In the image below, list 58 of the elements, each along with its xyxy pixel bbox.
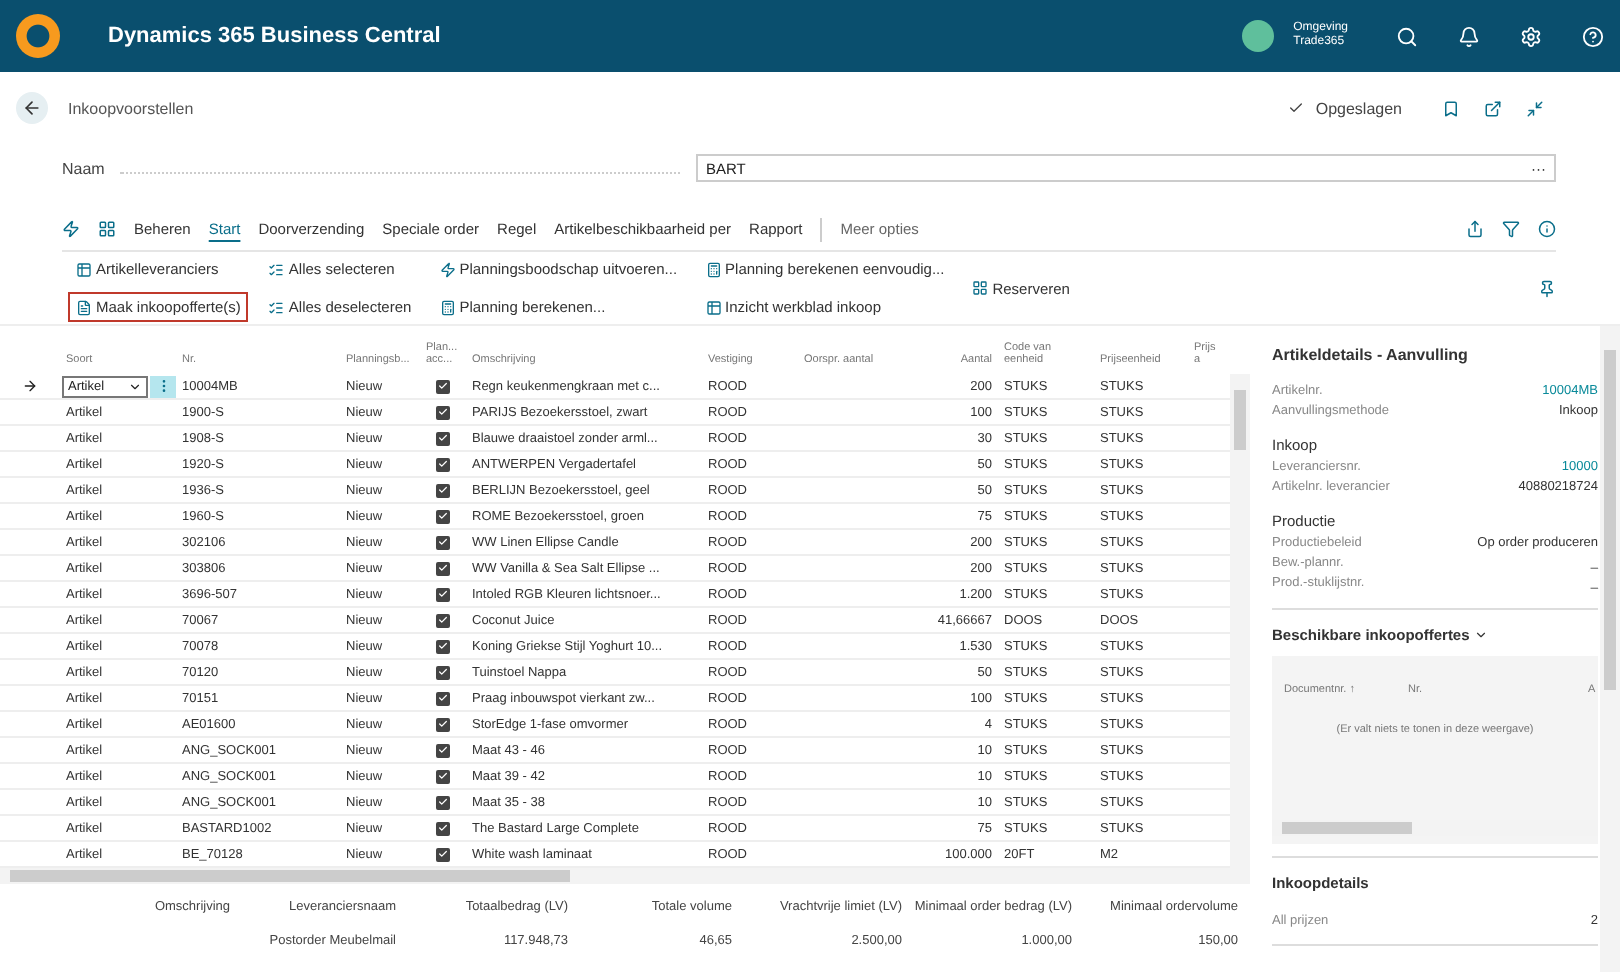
share-icon[interactable]	[1466, 220, 1484, 238]
factbox-title: Artikeldetails - Aanvulling	[1272, 346, 1470, 364]
lightning-icon[interactable]	[62, 220, 80, 238]
checkbox[interactable]	[436, 613, 450, 627]
back-arrow-icon	[22, 98, 42, 118]
horizontal-scrollbar[interactable]	[0, 868, 1250, 884]
collapse-icon[interactable]	[1526, 99, 1544, 117]
grid-icon	[972, 280, 989, 296]
document-icon	[76, 299, 92, 315]
bookmark-icon[interactable]	[1442, 99, 1460, 117]
calculator-icon	[705, 261, 722, 277]
checkbox[interactable]	[436, 587, 450, 601]
info-icon[interactable]	[1538, 220, 1556, 238]
checkbox[interactable]	[436, 665, 450, 679]
checkbox[interactable]	[436, 639, 450, 653]
checkbox[interactable]	[436, 405, 450, 419]
grid-icon[interactable]	[98, 220, 116, 238]
lightning-icon	[439, 261, 456, 277]
checkbox[interactable]	[436, 769, 450, 783]
checkbox[interactable]	[436, 561, 450, 575]
checkbox[interactable]	[436, 847, 450, 861]
checkbox[interactable]	[436, 691, 450, 705]
checkbox[interactable]	[436, 379, 450, 393]
checkbox[interactable]	[436, 535, 450, 549]
chevron-icon	[128, 379, 142, 393]
checkbox[interactable]	[436, 431, 450, 445]
pin-icon[interactable]	[1538, 280, 1556, 298]
back-button[interactable]	[16, 92, 48, 124]
avatar[interactable]	[1241, 20, 1274, 52]
calculator-icon	[439, 299, 456, 315]
current-row-icon	[22, 378, 38, 394]
table-icon	[76, 261, 92, 277]
chevron-icon[interactable]	[1473, 628, 1488, 642]
check-icon	[1287, 100, 1304, 116]
name-label: Naam	[62, 159, 105, 177]
checkbox[interactable]	[436, 509, 450, 523]
settings-icon[interactable]	[1520, 25, 1542, 47]
row-menu-button[interactable]	[150, 375, 176, 397]
checkbox[interactable]	[436, 483, 450, 497]
checklist-icon	[268, 299, 285, 315]
logo-icon	[16, 14, 60, 58]
checklist-icon	[268, 261, 285, 277]
checkbox[interactable]	[436, 717, 450, 731]
checkbox[interactable]	[436, 457, 450, 471]
checkbox[interactable]	[436, 743, 450, 757]
search-icon[interactable]	[1396, 25, 1418, 47]
checkbox[interactable]	[436, 795, 450, 809]
save-status: Opgeslagen	[1315, 99, 1402, 117]
bell-icon[interactable]	[1458, 25, 1480, 47]
table-icon	[705, 299, 722, 315]
help-icon[interactable]	[1582, 25, 1604, 47]
vertical-scrollbar[interactable]	[1230, 374, 1250, 868]
checkbox[interactable]	[436, 821, 450, 835]
page-title: Inkoopvoorstellen	[68, 99, 196, 117]
open-window-icon[interactable]	[1484, 99, 1502, 117]
filter-icon[interactable]	[1502, 220, 1520, 238]
app-title: Dynamics 365 Business Central	[108, 24, 443, 48]
vertical-scrollbar[interactable]	[1600, 326, 1620, 972]
